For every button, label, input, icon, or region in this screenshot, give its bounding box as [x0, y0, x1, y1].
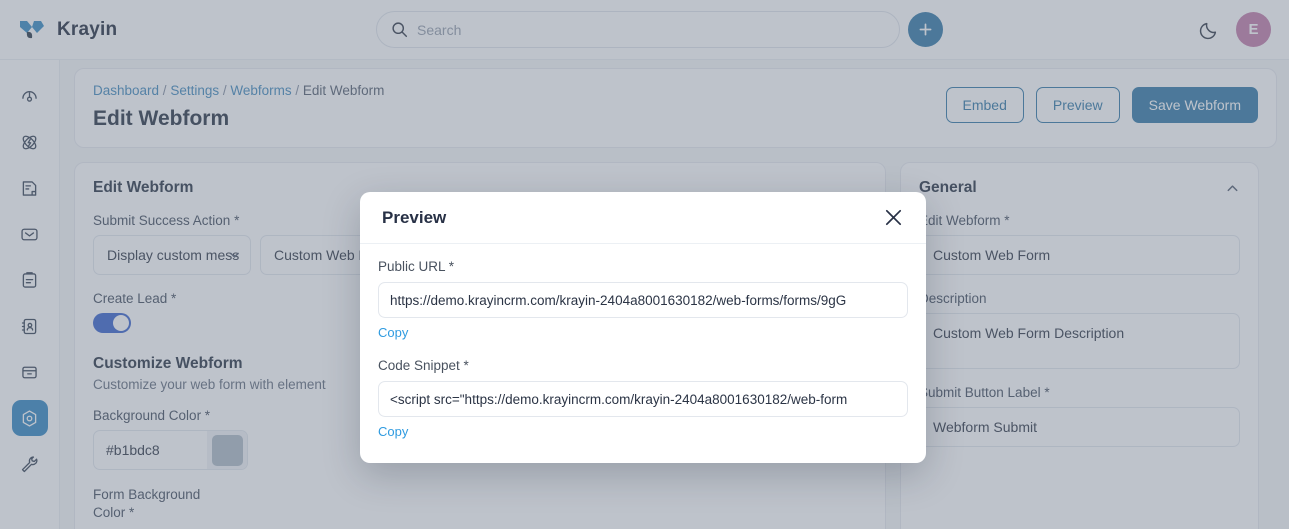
public-url-label: Public URL *	[378, 259, 455, 274]
public-url-input[interactable]: https://demo.krayincrm.com/krayin-2404a8…	[378, 282, 908, 318]
modal-header: Preview	[360, 192, 926, 244]
close-icon[interactable]	[883, 207, 904, 228]
preview-modal: Preview Public URL * https://demo.krayin…	[360, 192, 926, 463]
modal-title: Preview	[382, 207, 447, 227]
copy-public-url-link[interactable]: Copy	[378, 325, 408, 340]
modal-body: Public URL * https://demo.krayincrm.com/…	[360, 244, 926, 447]
code-snippet-input[interactable]: <script src="https://demo.krayincrm.com/…	[378, 381, 908, 417]
public-url-group: Public URL * https://demo.krayincrm.com/…	[378, 259, 908, 342]
copy-code-snippet-link[interactable]: Copy	[378, 424, 408, 439]
screen: Krayin Search E Dashboard / Settings / W…	[0, 0, 1289, 529]
code-snippet-label: Code Snippet *	[378, 358, 469, 373]
code-snippet-group: Code Snippet * <script src="https://demo…	[378, 358, 908, 441]
